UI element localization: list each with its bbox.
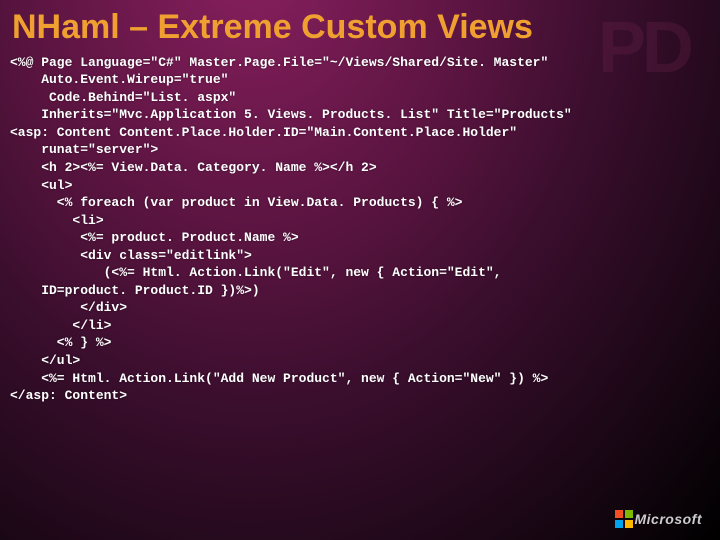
code-line: </div> [10,300,127,315]
slide-title: NHaml – Extreme Custom Views [0,0,720,52]
code-line: Auto.Event.Wireup="true" [10,72,228,87]
code-line: Inherits="Mvc.Application 5. Views. Prod… [10,107,572,122]
code-line: <% } %> [10,335,111,350]
code-line: <h 2><%= View.Data. Category. Name %></h… [10,160,377,175]
code-line: <ul> [10,178,72,193]
microsoft-flag-icon [615,510,633,528]
code-line: <asp: Content Content.Place.Holder.ID="M… [10,125,517,140]
code-line: </ul> [10,353,80,368]
code-line: <div class="editlink"> [10,248,252,263]
slide: PD NHaml – Extreme Custom Views <%@ Page… [0,0,720,540]
code-line: </li> [10,318,111,333]
code-line: <%= product. Product.Name %> [10,230,299,245]
code-line: ID=product. Product.ID })%>) [10,283,260,298]
microsoft-logo: Microsoft [615,510,703,528]
code-line: Code.Behind="List. aspx" [10,90,236,105]
code-line: <li> [10,213,104,228]
microsoft-logo-text: Microsoft [635,511,703,527]
code-line: <% foreach (var product in View.Data. Pr… [10,195,462,210]
code-line: (<%= Html. Action.Link("Edit", new { Act… [10,265,501,280]
code-block: <%@ Page Language="C#" Master.Page.File=… [0,52,720,405]
code-line: </asp: Content> [10,388,127,403]
code-line: <%@ Page Language="C#" Master.Page.File=… [10,55,548,70]
code-line: <%= Html. Action.Link("Add New Product",… [10,371,548,386]
code-line: runat="server"> [10,142,158,157]
